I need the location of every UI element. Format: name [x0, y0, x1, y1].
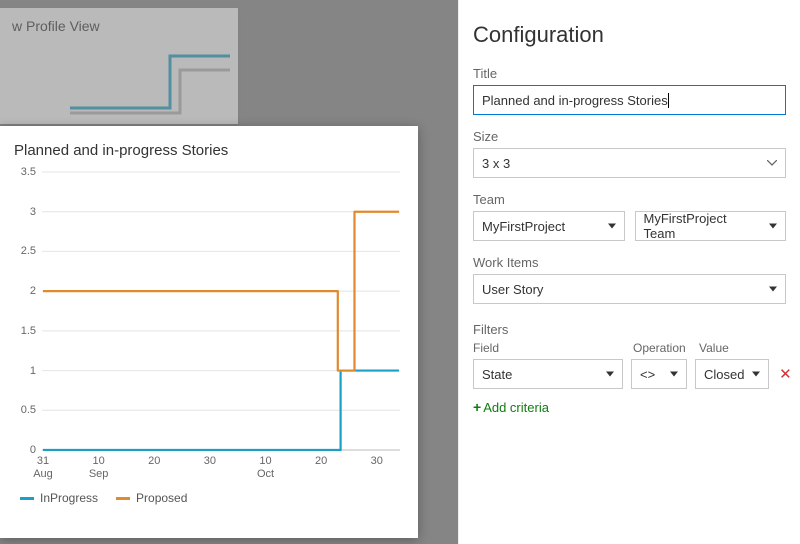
- text-cursor: [668, 93, 669, 108]
- background-widget-title: w Profile View: [12, 18, 226, 34]
- modal-backdrop: w Profile View Planned and in-progress S…: [0, 0, 458, 544]
- workitems-value: User Story: [482, 282, 543, 297]
- size-label: Size: [473, 129, 786, 144]
- chevron-down-icon: [767, 160, 777, 166]
- y-tick-label: 2.5: [14, 245, 36, 257]
- filter-operation-value: <>: [640, 367, 655, 382]
- workitems-label: Work Items: [473, 255, 786, 270]
- chart-plot: [42, 171, 400, 451]
- team-project-value: MyFirstProject: [482, 219, 565, 234]
- y-tick-label: 3: [14, 206, 36, 218]
- size-select-value: 3 x 3: [482, 156, 510, 171]
- x-tick-label: 10Sep: [89, 455, 109, 480]
- legend-swatch: [116, 497, 130, 500]
- plus-icon: +: [473, 399, 481, 415]
- x-tick-label: 31Aug: [33, 455, 53, 480]
- filter-row: State <> Closed ✕: [473, 359, 786, 389]
- background-widget-card: w Profile View: [0, 8, 238, 124]
- filters-head-operation: Operation: [633, 341, 689, 355]
- caret-down-icon: [608, 224, 616, 229]
- team-label: Team: [473, 192, 786, 207]
- add-criteria-label: Add criteria: [483, 400, 549, 415]
- chart-title: Planned and in-progress Stories: [14, 142, 404, 159]
- filters-header-row: Field Operation Value: [473, 341, 786, 355]
- legend-label: InProgress: [40, 491, 98, 505]
- title-label: Title: [473, 66, 786, 81]
- y-tick-label: 1.5: [14, 325, 36, 337]
- filter-value-value: Closed: [704, 367, 744, 382]
- x-tick-label: 20: [315, 455, 327, 468]
- legend-item-proposed: Proposed: [116, 491, 187, 505]
- remove-filter-button[interactable]: ✕: [777, 365, 793, 383]
- caret-down-icon: [670, 372, 678, 377]
- filter-field-value: State: [482, 367, 512, 382]
- y-tick-label: 2: [14, 285, 36, 297]
- caret-down-icon: [769, 224, 777, 229]
- title-input[interactable]: Planned and in-progress Stories: [473, 85, 786, 115]
- chart-preview-card: Planned and in-progress Stories 00.511.5…: [0, 126, 418, 538]
- y-tick-label: 0.5: [14, 404, 36, 416]
- caret-down-icon: [606, 372, 614, 377]
- x-tick-label: 30: [204, 455, 216, 468]
- title-input-value: Planned and in-progress Stories: [482, 93, 668, 108]
- chart-area: 00.511.522.533.531Aug10Sep203010Oct2030: [14, 167, 404, 487]
- filter-field-select[interactable]: State: [473, 359, 623, 389]
- legend-item-inprogress: InProgress: [20, 491, 98, 505]
- legend-swatch: [20, 497, 34, 500]
- team-project-select[interactable]: MyFirstProject: [473, 211, 625, 241]
- filters-head-field: Field: [473, 341, 623, 355]
- x-tick-label: 10Oct: [257, 455, 274, 480]
- caret-down-icon: [769, 287, 777, 292]
- caret-down-icon: [752, 372, 760, 377]
- background-mini-chart: [70, 48, 230, 118]
- filters-head-value: Value: [699, 341, 786, 355]
- chart-legend: InProgress Proposed: [14, 491, 404, 505]
- panel-heading: Configuration: [473, 22, 786, 48]
- configuration-panel: Configuration Title Planned and in-progr…: [458, 0, 800, 544]
- add-criteria-button[interactable]: + Add criteria: [473, 399, 549, 415]
- workitems-select[interactable]: User Story: [473, 274, 786, 304]
- filter-value-select[interactable]: Closed: [695, 359, 769, 389]
- team-team-value: MyFirstProject Team: [644, 211, 762, 241]
- filters-label: Filters: [473, 322, 786, 337]
- team-team-select[interactable]: MyFirstProject Team: [635, 211, 787, 241]
- x-tick-label: 20: [148, 455, 160, 468]
- x-tick-label: 30: [371, 455, 383, 468]
- legend-label: Proposed: [136, 491, 187, 505]
- filter-operation-select[interactable]: <>: [631, 359, 687, 389]
- size-select[interactable]: 3 x 3: [473, 148, 786, 178]
- y-tick-label: 1: [14, 365, 36, 377]
- y-tick-label: 3.5: [14, 166, 36, 178]
